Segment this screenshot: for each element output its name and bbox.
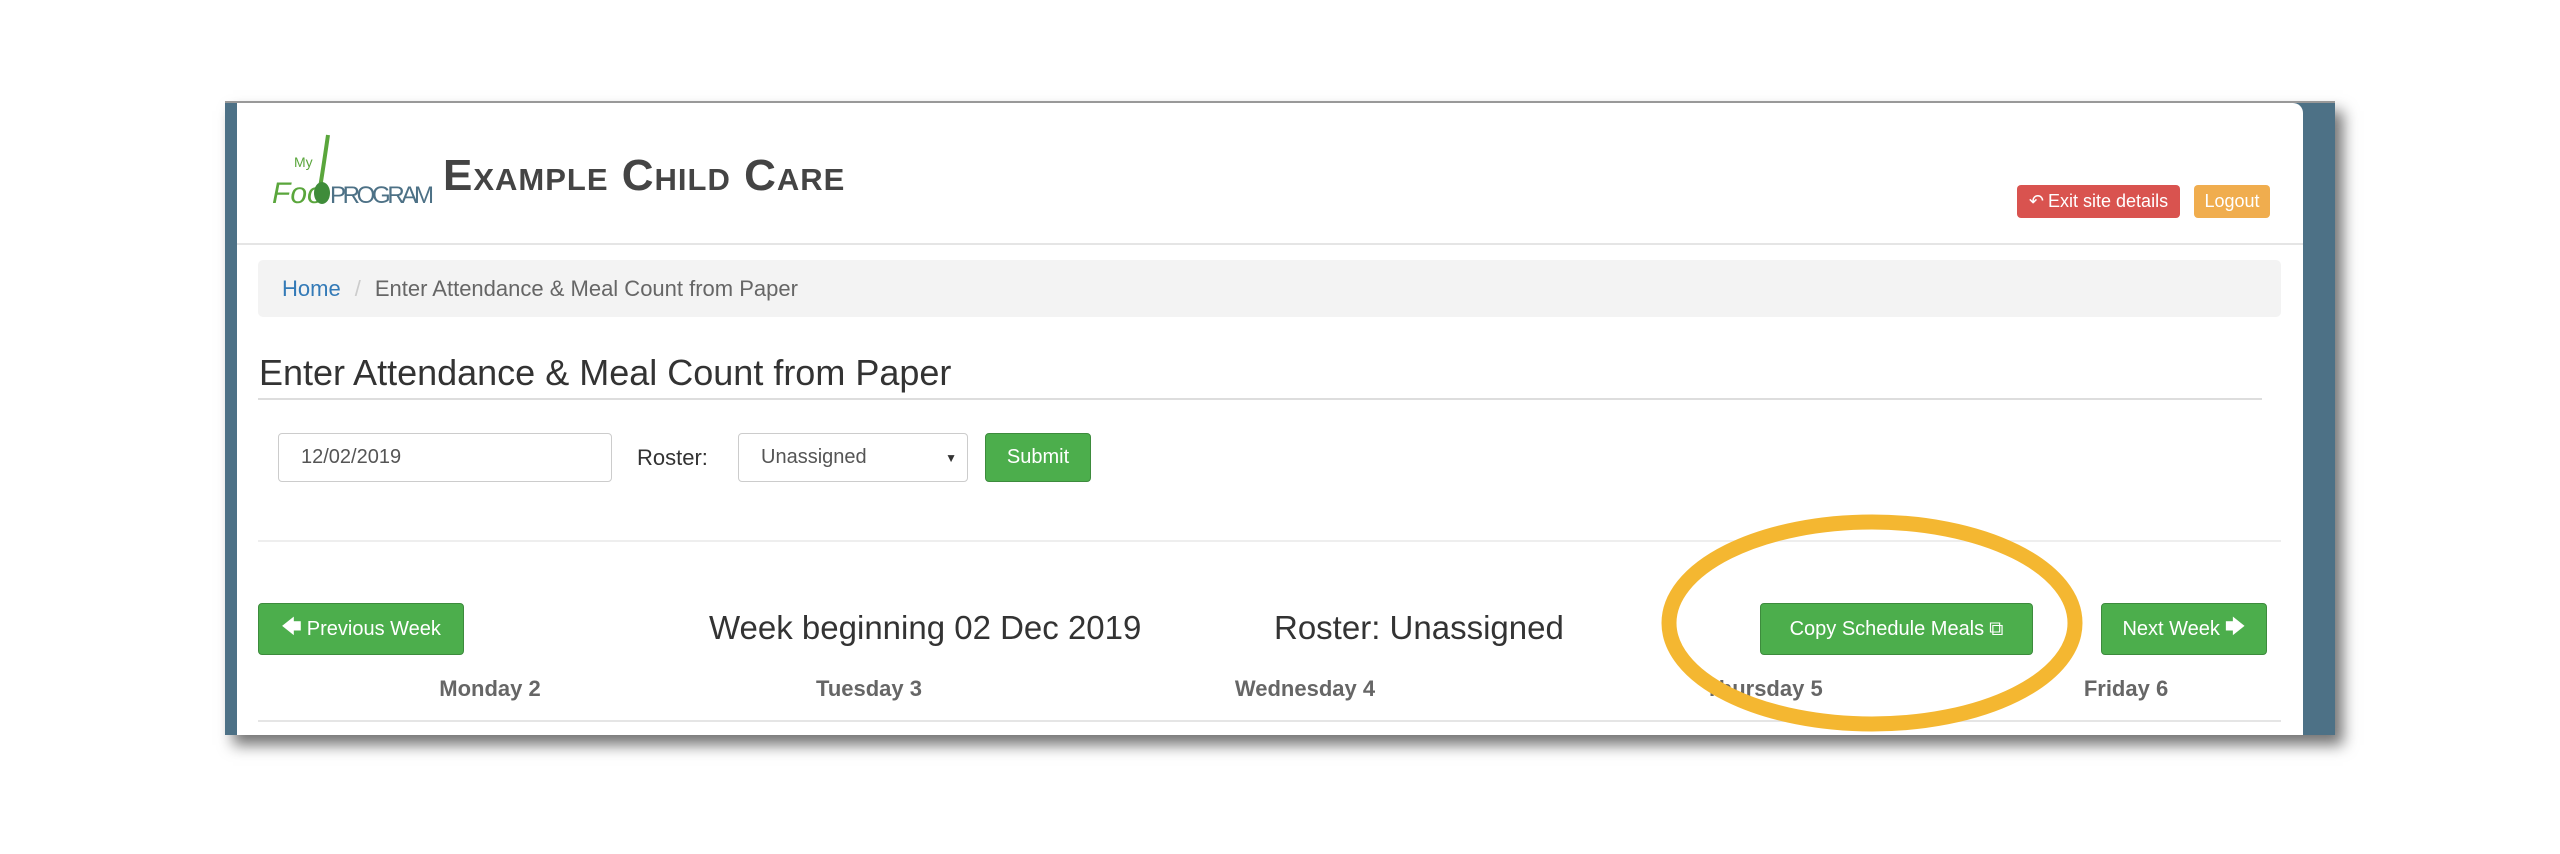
highlight-annotation [1661, 514, 2083, 732]
highlight-ellipse [1661, 514, 2083, 732]
